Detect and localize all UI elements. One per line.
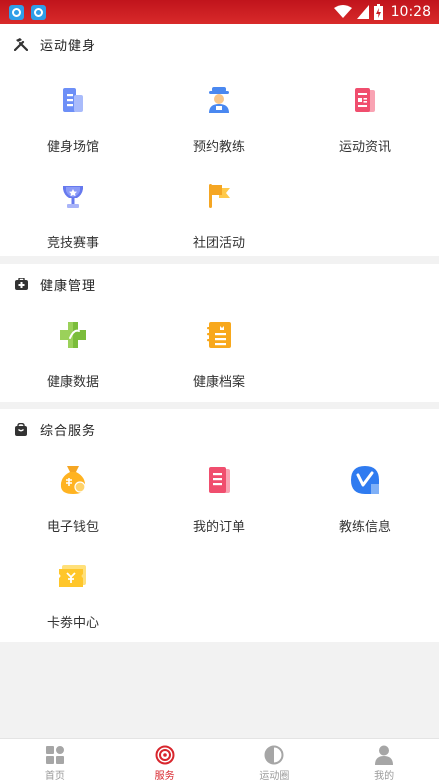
coupon-icon (55, 558, 91, 594)
health-cross-icon (55, 317, 91, 353)
service-label: 教练信息 (338, 520, 391, 535)
service-label: 我的订单 (192, 520, 245, 535)
tab-services[interactable]: 服务 (110, 739, 220, 782)
service-my-orders[interactable]: 我的订单 (146, 462, 292, 558)
medical-kit-icon (14, 277, 28, 291)
tab-label: 我的 (374, 771, 395, 782)
section-title: 健康管理 (40, 278, 97, 294)
trophy-icon (55, 178, 91, 214)
service-label: 社团活动 (192, 236, 245, 251)
service-health-data[interactable]: 健康数据 (0, 317, 146, 413)
service-label: 电子钱包 (46, 520, 99, 535)
tab-label: 服务 (154, 771, 175, 782)
tab-mine[interactable]: 我的 (329, 739, 439, 782)
section-general-services: 综合服务 电子钱包 我的订单 教练信息 卡劵中心 (0, 409, 439, 642)
person-icon (373, 744, 395, 765)
news-icon (347, 82, 383, 118)
service-label: 健身场馆 (46, 140, 99, 155)
notification-app-icon (9, 4, 24, 20)
service-label: 竞技赛事 (46, 236, 99, 251)
bottom-tab-bar: 首页 服务 运动圈 我的 (0, 738, 439, 782)
health-record-icon (201, 317, 237, 353)
status-bar: 10:28 (0, 0, 439, 24)
service-label: 健康数据 (46, 375, 99, 390)
service-sports-news[interactable]: 运动资讯 (292, 82, 438, 178)
service-coach-info[interactable]: 教练信息 (292, 462, 438, 558)
sports-tools-icon (14, 37, 28, 51)
section-health: 健康管理 健康数据 健康档案 (0, 264, 439, 402)
section-title: 运动健身 (40, 38, 97, 54)
target-icon (154, 744, 176, 765)
shopping-bag-icon (14, 422, 28, 436)
service-health-records[interactable]: 健康档案 (146, 317, 292, 413)
order-list-icon (201, 462, 237, 498)
section-header: 健康管理 (0, 264, 439, 304)
section-title: 综合服务 (40, 423, 97, 439)
tab-label: 运动圈 (259, 771, 290, 782)
section-header: 综合服务 (0, 409, 439, 449)
service-coupon-center[interactable]: 卡劵中心 (0, 558, 146, 654)
coach-icon (201, 82, 237, 118)
battery-icon (373, 4, 383, 20)
gym-building-icon (55, 82, 91, 118)
service-label: 健康档案 (192, 375, 245, 390)
signal-icon (356, 5, 369, 19)
service-e-wallet[interactable]: 电子钱包 (0, 462, 146, 558)
tab-sports-circle[interactable]: 运动圈 (220, 739, 330, 782)
service-label: 预约教练 (192, 140, 245, 155)
section-header: 运动健身 (0, 24, 439, 64)
home-grid-icon (44, 744, 66, 765)
tab-label: 首页 (44, 771, 65, 782)
wifi-icon (333, 5, 352, 18)
wallet-bag-icon (55, 462, 91, 498)
service-book-coach[interactable]: 预约教练 (146, 82, 292, 178)
service-label: 卡劵中心 (46, 616, 99, 631)
tab-home[interactable]: 首页 (0, 739, 110, 782)
service-label: 运动资讯 (338, 140, 391, 155)
service-club-activities[interactable]: 社团活动 (146, 178, 292, 274)
half-circle-icon (263, 744, 285, 765)
clock: 10:28 (390, 4, 431, 20)
service-gym-venue[interactable]: 健身场馆 (0, 82, 146, 178)
coach-info-icon (347, 462, 383, 498)
service-competitions[interactable]: 竞技赛事 (0, 178, 146, 274)
section-fitness: 运动健身 健身场馆 预约教练 运动资讯 竞技赛事 社团活动 (0, 24, 439, 256)
flag-icon (201, 178, 237, 214)
notification-app-icon (31, 4, 46, 20)
